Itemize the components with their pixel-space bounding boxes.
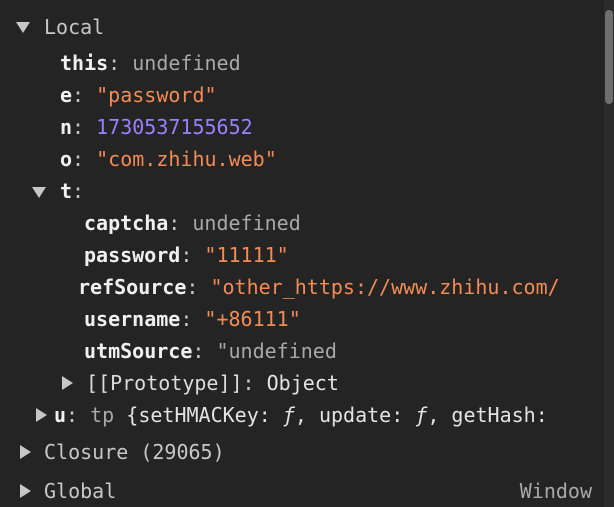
global-scope-type: Window [519,479,592,503]
global-section-title: Global [44,479,117,503]
var-key: t [60,179,73,203]
chevron-right-icon[interactable] [36,408,47,422]
prop-key: username [84,307,181,331]
chevron-down-icon[interactable] [16,22,30,33]
prototype-label: [[Prototype]] [86,371,243,395]
colon: : [72,115,97,139]
colon: : [72,83,97,107]
object-prop-utmsource[interactable]: utmSource: "undefined [84,335,337,367]
prop-key: utmSource [84,339,193,363]
colon: : [168,211,193,235]
chevron-right-icon[interactable] [62,376,73,390]
prop-key: captcha [84,211,169,235]
colon: : [180,307,205,331]
var-preview-start: {setHMACKey: [126,403,271,427]
colon: : [180,243,205,267]
object-prop-username[interactable]: username: "+86111" [84,303,301,335]
chevron-down-icon[interactable] [32,187,46,198]
function-symbol: ƒ [415,403,428,427]
var-preview-middle: , update: [294,403,404,427]
prop-key: password [84,243,181,267]
colon: : [66,403,91,427]
var-preview-end: , getHash: [427,403,548,427]
prop-value: "+86111" [204,307,301,331]
prop-value: "other_https://www.zhihu.com/ [210,275,560,299]
scope-var-u[interactable]: u: tp {setHMACKey: ƒ, update: ƒ, getHash… [36,399,548,431]
prop-key: refSource [78,275,187,299]
prop-value: undefined [192,211,301,235]
prop-value: "undefined [216,339,337,363]
vertical-scrollbar[interactable] [604,0,614,507]
local-section-title: Local [44,15,105,39]
colon: : [242,371,267,395]
scope-var-e[interactable]: e: "password" [60,79,217,111]
global-section-header[interactable]: Global Window [20,475,614,507]
scope-var-this[interactable]: this: undefined [60,47,241,79]
var-value: "com.zhihu.web" [96,147,277,171]
colon: : [192,339,217,363]
function-symbol: ƒ [282,403,295,427]
closure-section-header[interactable]: Closure (29065) [20,436,225,468]
colon: : [72,147,97,171]
object-prototype[interactable]: [[Prototype]]: Object [62,367,339,399]
var-value: "password" [96,83,217,107]
colon: : [108,51,133,75]
local-section-header[interactable]: Local [16,11,104,43]
var-key: e [60,83,73,107]
object-prop-password[interactable]: password: "11111" [84,239,289,271]
prop-value: "11111" [204,243,289,267]
object-prop-refsource[interactable]: refSource: "other_https://www.zhihu.com/ [78,271,560,303]
scope-var-n[interactable]: n: 1730537155652 [60,111,253,143]
var-type: tp [90,403,115,427]
var-value: undefined [132,51,241,75]
chevron-right-icon[interactable] [20,484,31,498]
var-key: o [60,147,73,171]
chevron-right-icon[interactable] [20,445,31,459]
scope-var-t[interactable]: t: [32,175,84,207]
closure-section-title: Closure (29065) [44,440,225,464]
object-prop-captcha[interactable]: captcha: undefined [84,207,301,239]
var-key: this [60,51,109,75]
var-key: u [54,403,67,427]
var-key: n [60,115,73,139]
prototype-value: Object [266,371,339,395]
colon: : [186,275,211,299]
var-value: 1730537155652 [96,115,253,139]
scrollbar-thumb[interactable] [605,10,613,104]
colon: : [72,179,85,203]
scope-var-o[interactable]: o: "com.zhihu.web" [60,143,277,175]
